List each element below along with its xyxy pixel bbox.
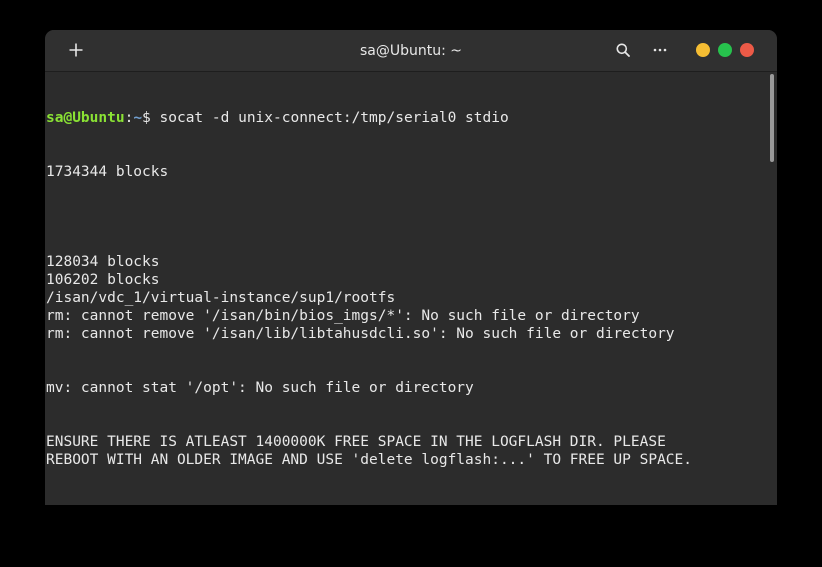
prompt-path: ~: [133, 110, 143, 126]
search-icon: [616, 43, 630, 57]
terminal-line: mv: cannot stat '/opt': No such file or …: [46, 380, 474, 396]
terminal-output[interactable]: sa@Ubuntu:~$ socat -d unix-connect:/tmp/…: [45, 72, 767, 505]
minimize-button[interactable]: [696, 43, 710, 57]
terminal-line: 128034 blocks: [46, 254, 160, 270]
menu-button[interactable]: [645, 35, 675, 65]
prompt-command: socat -d unix-connect:/tmp/serial0 stdio: [159, 110, 509, 126]
terminal-line: 106202 blocks: [46, 272, 160, 288]
new-tab-button[interactable]: [61, 35, 91, 65]
terminal-line: REBOOT WITH AN OLDER IMAGE AND USE 'dele…: [46, 452, 693, 468]
prompt-separator: :: [124, 110, 134, 126]
terminal-line: rm: cannot remove '/isan/bin/bios_imgs/*…: [46, 308, 640, 324]
search-button[interactable]: [608, 35, 638, 65]
close-button[interactable]: [740, 43, 754, 57]
terminal-line: /isan/vdc_1/virtual-instance/sup1/rootfs: [46, 290, 396, 306]
prompt-line: sa@Ubuntu:~$ socat -d unix-connect:/tmp/…: [46, 109, 692, 127]
terminal-line: 1734344 blocks: [46, 164, 169, 180]
terminal-text: sa@Ubuntu:~$ socat -d unix-connect:/tmp/…: [46, 73, 692, 505]
ellipsis-icon: [653, 48, 667, 52]
terminal-window: sa@Ubuntu: ~ sa@Ubuntu:~$ socat -d unix-…: [45, 30, 777, 505]
plus-icon: [69, 43, 83, 57]
scrollbar-thumb[interactable]: [770, 74, 774, 162]
maximize-button[interactable]: [718, 43, 732, 57]
prompt-user-host: sa@Ubuntu: [46, 110, 125, 126]
terminal-line: ENSURE THERE IS ATLEAST 1400000K FREE SP…: [46, 434, 666, 450]
prompt-symbol: $: [142, 110, 160, 126]
title-bar[interactable]: sa@Ubuntu: ~: [45, 30, 777, 72]
terminal-line: rm: cannot remove '/isan/lib/libtahusdcl…: [46, 326, 675, 342]
scrollbar[interactable]: [767, 72, 777, 505]
